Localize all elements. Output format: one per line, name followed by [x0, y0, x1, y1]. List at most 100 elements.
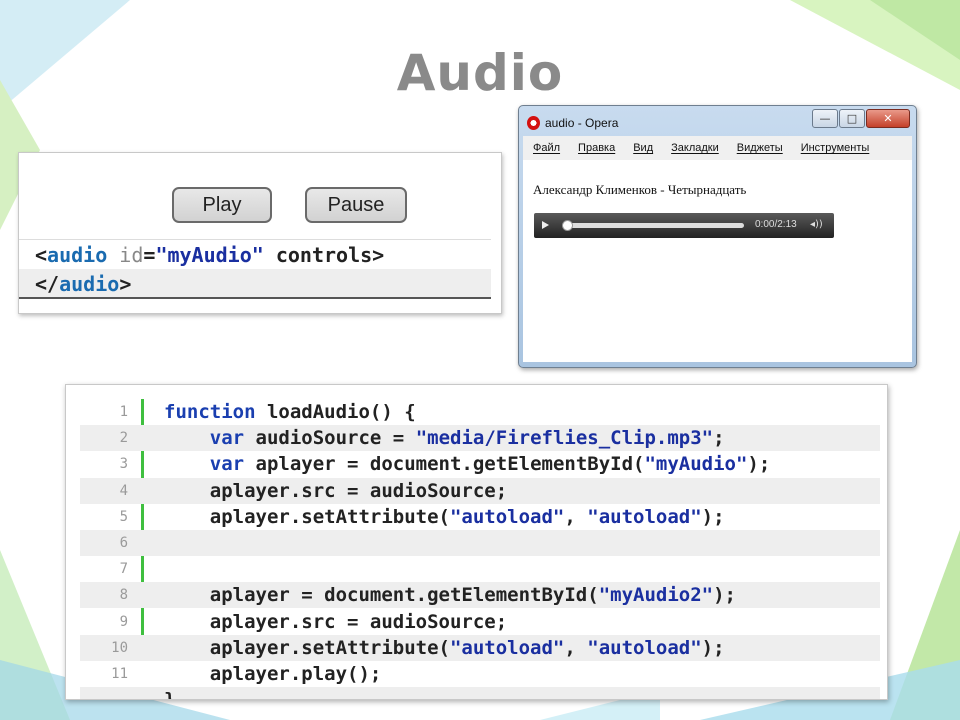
line-number: 6	[119, 535, 128, 551]
audio-demo-panel: Play Pause <audio id="myAudio" controls>…	[18, 152, 502, 314]
tag-attr-value: "myAudio"	[155, 243, 264, 267]
line-number: 7	[119, 561, 128, 578]
code-string: "myAudio2"	[598, 584, 714, 607]
audio-tag-open-line: <audio id="myAudio" controls>	[19, 239, 491, 269]
tag-bracket-close: </	[35, 272, 60, 296]
code-text: var aplayer = document.getElementById("m…	[164, 451, 771, 477]
volume-icon[interactable]: ◂))	[810, 219, 823, 230]
line-number: 3	[119, 456, 128, 473]
line-number: 5	[119, 508, 128, 525]
tag-bracket-end: >	[119, 272, 132, 296]
code-token: ,	[564, 636, 588, 659]
code-text: aplayer.src = audioSource;	[164, 609, 507, 635]
code-line: 11 aplayer.play();	[80, 661, 880, 687]
tag-eq: =	[143, 243, 156, 267]
window-controls: — □ ✕	[812, 109, 910, 128]
code-token: );	[713, 584, 736, 607]
play-button[interactable]: Play	[172, 187, 272, 223]
code-string: "autoload"	[587, 505, 702, 528]
code-text: aplayer.play();	[164, 661, 382, 687]
audio-tag-close-line: </audio>	[19, 269, 491, 299]
code-line: 10 aplayer.setAttribute("autoload", "aut…	[80, 634, 880, 661]
code-token: );	[701, 505, 725, 528]
player-time: 0:00/2:13	[755, 219, 797, 230]
browser-content: Александр Клименков - Четырнадцать 0:00/…	[523, 160, 912, 362]
code-line: 6	[80, 530, 880, 556]
code-token: aplayer = document.getElementById(	[244, 453, 645, 476]
code-line: 2 var audioSource = "media/Fireflies_Cli…	[80, 425, 880, 452]
code-line: 7	[80, 556, 880, 582]
maximize-icon[interactable]: □	[839, 109, 865, 128]
opera-logo-icon	[527, 116, 540, 130]
menu-item-widgets[interactable]: Виджеты	[727, 142, 791, 154]
code-keyword: var	[209, 453, 245, 476]
menu-item-view[interactable]: Вид	[623, 142, 661, 154]
code-line: 4 aplayer.src = audioSource;	[80, 477, 880, 504]
code-text: aplayer.setAttribute("autoload", "autolo…	[164, 635, 725, 661]
tag-name: audio	[47, 243, 108, 267]
code-line: 9 aplayer.src = audioSource;	[80, 609, 880, 635]
code-token: aplayer.play();	[164, 663, 382, 685]
code-token: aplayer.src = audioSource;	[164, 610, 508, 633]
line-number: 11	[111, 666, 128, 682]
code-keyword: function	[164, 401, 256, 423]
code-text: aplayer = document.getElementById("myAud…	[164, 582, 736, 608]
menu-item-file[interactable]: Файл	[523, 142, 568, 154]
code-token: aplayer.src = audioSource;	[164, 479, 508, 502]
code-string: "autoload"	[449, 636, 565, 659]
menu-bar: Файл Правка Вид Закладки Виджеты Инструм…	[523, 136, 912, 160]
code-line: 8 aplayer = document.getElementById("myA…	[80, 582, 880, 609]
code-text: }	[164, 687, 175, 699]
code-line: 1 function loadAudio() {	[80, 399, 880, 425]
code-token: aplayer = document.getElementById(	[164, 584, 599, 607]
line-number: 1	[119, 404, 128, 420]
code-text: function loadAudio() {	[164, 399, 416, 425]
code-token: ,	[564, 505, 588, 528]
code-line: 5 aplayer.setAttribute("autoload", "auto…	[80, 504, 880, 530]
minimize-icon[interactable]: —	[812, 109, 838, 128]
play-icon[interactable]	[542, 221, 549, 229]
tag-attr-id: id	[107, 243, 144, 267]
track-title: Александр Клименков - Четырнадцать	[533, 182, 747, 197]
line-number: 10	[111, 639, 128, 656]
code-token: loadAudio() {	[255, 401, 416, 423]
menu-item-edit[interactable]: Правка	[568, 142, 623, 154]
code-string: "media/Fireflies_Clip.mp3"	[415, 427, 714, 450]
code-keyword: var	[209, 427, 245, 450]
code-string: "myAudio"	[644, 453, 748, 476]
code-string: "autoload"	[587, 636, 702, 659]
code-line: }	[80, 687, 880, 699]
window-titlebar: audio - Opera	[527, 114, 618, 132]
tag-rest: controls>	[263, 243, 385, 267]
code-token: }	[164, 689, 175, 699]
line-number: 4	[119, 482, 128, 499]
menu-item-bookmarks[interactable]: Закладки	[661, 142, 727, 154]
code-text: aplayer.src = audioSource;	[164, 478, 507, 504]
code-token: audioSource =	[244, 427, 416, 450]
window-title: audio - Opera	[545, 116, 619, 130]
opera-window: audio - Opera — □ ✕ Файл Правка Вид Закл…	[518, 105, 917, 368]
pause-button[interactable]: Pause	[305, 187, 407, 223]
code-token: );	[747, 453, 771, 476]
line-number: 8	[119, 587, 128, 604]
code-text: aplayer.setAttribute("autoload", "autolo…	[164, 504, 725, 530]
code-string: "autoload"	[449, 505, 565, 528]
code-listing: ▀ ▀ ▀ ▀ 1function loadAudio() {2 var aud…	[65, 384, 888, 700]
tag-name-close: audio	[59, 272, 120, 296]
seek-bar[interactable]	[564, 223, 744, 228]
line-number: 2	[119, 430, 128, 447]
code-token: aplayer.setAttribute(	[164, 636, 450, 659]
code-token: ;	[713, 427, 725, 450]
slide-title: Audio	[396, 44, 564, 102]
code-text: var audioSource = "media/Fireflies_Clip.…	[164, 425, 725, 451]
code-cut-off-line: ▀ ▀ ▀ ▀	[159, 385, 559, 391]
audio-player: 0:00/2:13 ◂))	[534, 213, 834, 238]
menu-item-tools[interactable]: Инструменты	[791, 142, 878, 154]
seek-thumb[interactable]	[562, 220, 573, 231]
code-token: );	[701, 636, 725, 659]
code-token: aplayer.setAttribute(	[164, 505, 450, 528]
close-icon[interactable]: ✕	[866, 109, 910, 128]
code-line: 3 var aplayer = document.getElementById(…	[80, 451, 880, 477]
